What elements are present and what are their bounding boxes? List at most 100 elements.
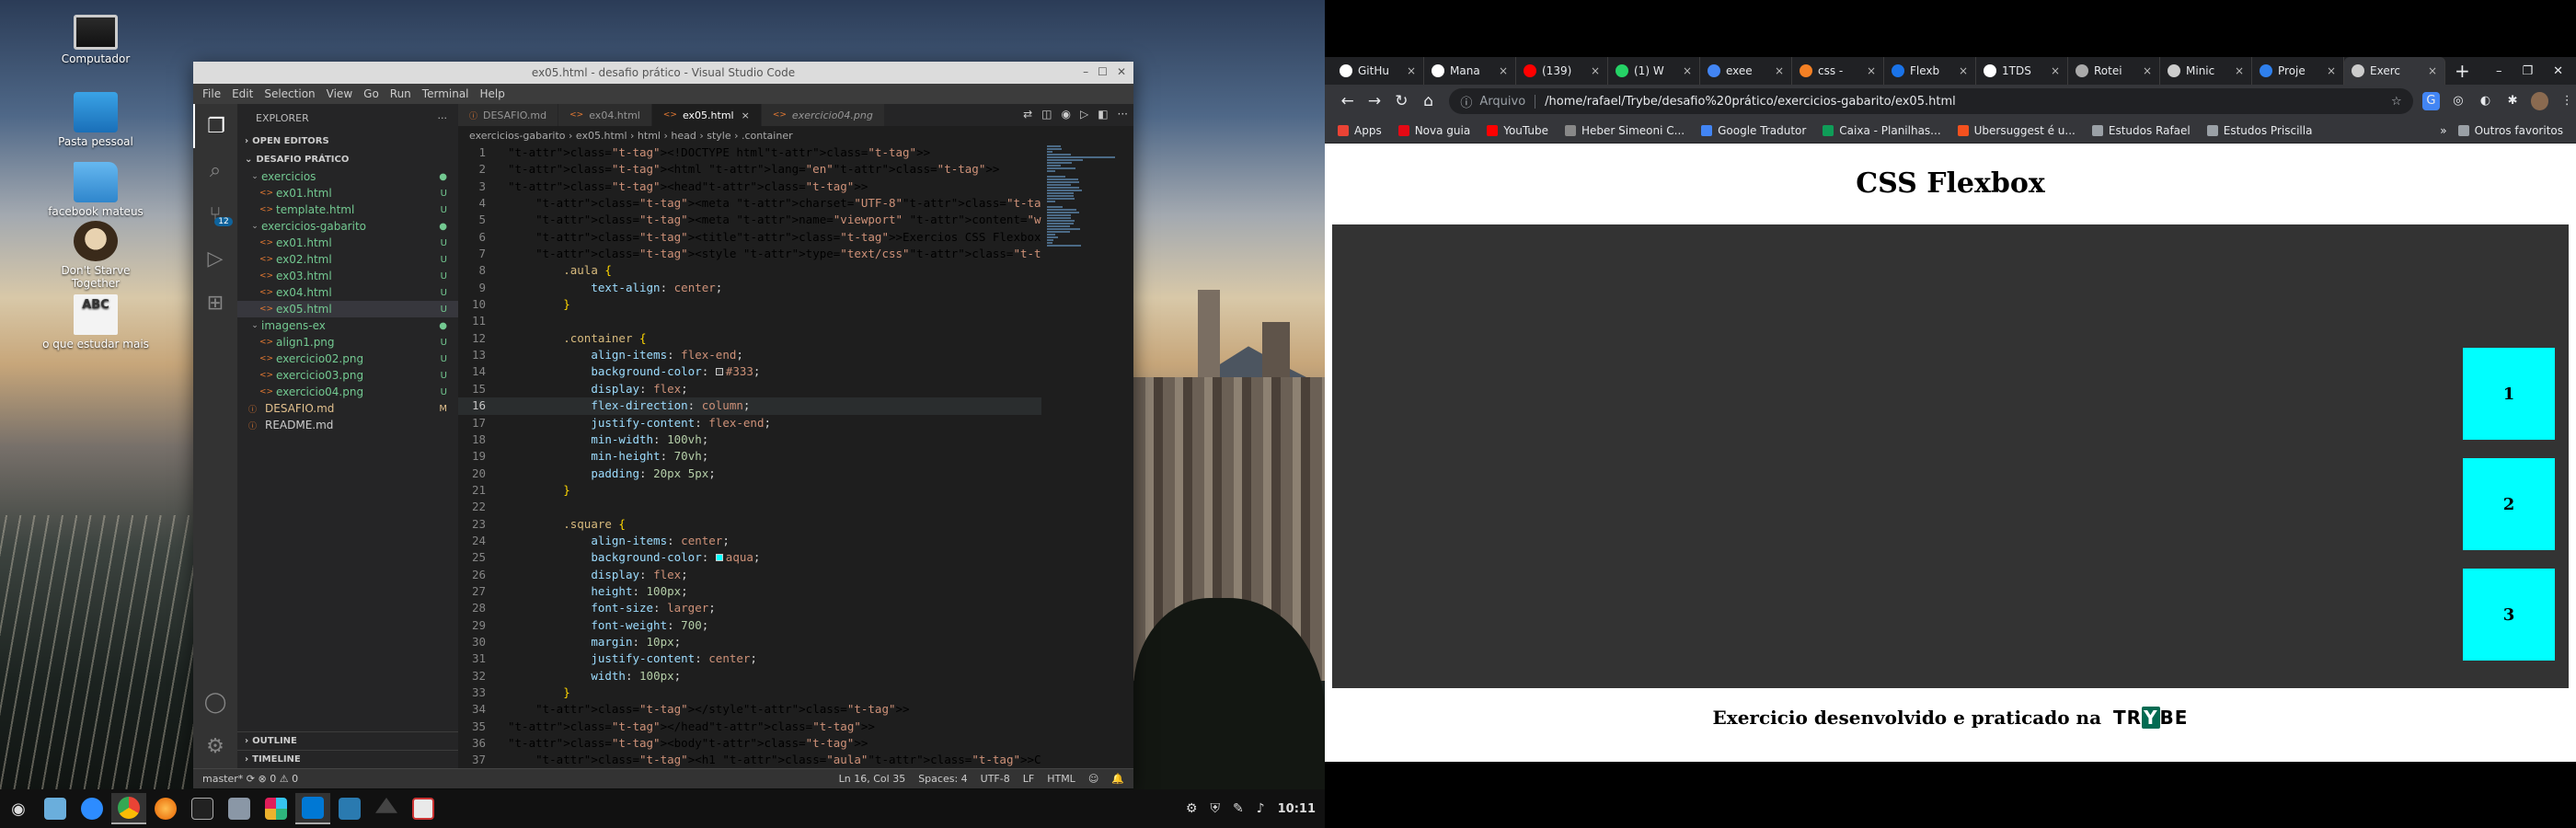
vscode-icon[interactable]: [295, 793, 330, 824]
status-item[interactable]: Ln 16, Col 35: [839, 773, 906, 785]
address-bar[interactable]: ⓘ Arquivo /home/rafael/Trybe/desafio%20p…: [1449, 88, 2413, 114]
close-icon[interactable]: ×: [1591, 64, 1600, 77]
back-icon[interactable]: ←: [1334, 92, 1361, 110]
tree-file[interactable]: <> ex01.html U: [237, 185, 458, 201]
tree-file[interactable]: <> ex02.html U: [237, 251, 458, 268]
go-live-icon[interactable]: ◉: [1061, 108, 1070, 121]
system-monitor-icon[interactable]: [332, 793, 367, 824]
menu-item-run[interactable]: Run: [385, 87, 417, 100]
tree-folder[interactable]: ⌄ exercicios-gabarito ●: [237, 218, 458, 235]
close-icon[interactable]: ×: [2235, 64, 2244, 77]
star-icon[interactable]: ☆: [2391, 95, 2402, 109]
tree-file[interactable]: <> ex03.html U: [237, 268, 458, 284]
bookmark[interactable]: Estudos Rafael: [2091, 124, 2191, 137]
gear-icon[interactable]: ⚙: [193, 724, 237, 768]
open-editors-section[interactable]: › OPEN EDITORS: [237, 132, 458, 150]
tree-file[interactable]: <> ex05.html U: [237, 301, 458, 317]
graph-app-icon[interactable]: [406, 793, 441, 824]
desktop-icon-computador[interactable]: Computador: [40, 15, 151, 65]
bookmark[interactable]: Estudos Priscilla: [2206, 124, 2312, 137]
other-bookmarks-folder[interactable]: Outros favoritos: [2457, 124, 2563, 137]
close-icon[interactable]: ✕: [2553, 64, 2563, 78]
info-icon[interactable]: ⓘ: [1460, 93, 1472, 110]
close-icon[interactable]: ×: [1683, 64, 1692, 77]
tree-file[interactable]: <> ex01.html U: [237, 235, 458, 251]
shield-icon[interactable]: ⛨: [1210, 801, 1220, 816]
new-tab-button[interactable]: +: [2455, 60, 2470, 82]
bookmark[interactable]: Caixa - Planilhas...: [1823, 124, 1941, 137]
source-control-icon[interactable]: ⑂ 12: [193, 192, 237, 236]
menu-item-terminal[interactable]: Terminal: [417, 87, 475, 100]
firefox-icon[interactable]: [148, 793, 183, 824]
search-icon[interactable]: ⌕: [193, 148, 237, 192]
status-item[interactable]: UTF-8: [981, 773, 1010, 785]
bookmark[interactable]: Apps: [1338, 124, 1382, 137]
tree-file[interactable]: <> exercicio03.png U: [237, 367, 458, 384]
slack-icon[interactable]: [259, 793, 293, 824]
files-icon[interactable]: [38, 793, 73, 824]
tree-folder[interactable]: ⌄ imagens-ex ●: [237, 317, 458, 334]
menu-item-selection[interactable]: Selection: [259, 87, 320, 100]
browser-tab[interactable]: (1) W ×: [1608, 57, 1700, 85]
desktop-icon-dont-starve[interactable]: Don't Starve Together: [40, 221, 151, 290]
tree-file[interactable]: <> exercicio02.png U: [237, 351, 458, 367]
extensions-icon[interactable]: ⊞: [193, 281, 237, 325]
editor-tab[interactable]: ⓘ DESAFIO.md: [458, 104, 559, 126]
status-item[interactable]: LF: [1023, 773, 1034, 785]
close-icon[interactable]: ×: [2327, 64, 2336, 77]
close-icon[interactable]: ×: [1499, 64, 1508, 77]
bookmark[interactable]: Nova guia: [1397, 124, 1470, 137]
tree-file[interactable]: <> align1.png U: [237, 334, 458, 351]
menu-item-view[interactable]: View: [321, 87, 358, 100]
browser-tab[interactable]: Proje ×: [2252, 57, 2344, 85]
run-icon[interactable]: ▷: [1080, 108, 1088, 121]
workspace-section[interactable]: ⌄ DESAFIO PRÁTICO: [237, 150, 458, 168]
forward-icon[interactable]: →: [1361, 92, 1387, 110]
reload-icon[interactable]: ↻: [1388, 92, 1415, 110]
close-icon[interactable]: ×: [742, 109, 750, 121]
menu-icon[interactable]: ◉: [1, 793, 36, 824]
desktop-icon-facebook-mateus[interactable]: facebook mateus: [40, 162, 151, 218]
status-left[interactable]: master* ⟳ ⊗ 0 ⚠ 0: [202, 773, 298, 785]
split-editor-icon[interactable]: ◧: [1098, 108, 1108, 121]
close-icon[interactable]: ×: [1867, 64, 1876, 77]
desktop-icon-pasta-pessoal[interactable]: Pasta pessoal: [40, 92, 151, 148]
close-icon[interactable]: ✕: [1117, 65, 1126, 78]
minimap[interactable]: [1047, 144, 1121, 768]
browser-tab[interactable]: (139) ×: [1516, 57, 1608, 85]
browser-tab[interactable]: Minic ×: [2160, 57, 2252, 85]
outline-section[interactable]: › OUTLINE: [237, 731, 458, 750]
tree-file[interactable]: <> ex04.html U: [237, 284, 458, 301]
extension-icon[interactable]: ◐: [2477, 92, 2495, 110]
folder-icon[interactable]: [222, 793, 257, 824]
explorer-icon[interactable]: ❐: [193, 104, 237, 148]
more-actions-icon[interactable]: ···: [438, 112, 448, 124]
browser-tab[interactable]: exee ×: [1700, 57, 1792, 85]
bookmark[interactable]: Ubersuggest é u...: [1957, 124, 2076, 137]
maximize-icon[interactable]: ❐: [2522, 64, 2533, 78]
bookmark[interactable]: YouTube: [1487, 124, 1548, 137]
more-bookmarks-button[interactable]: »: [2440, 124, 2446, 137]
compare-icon[interactable]: ⇄: [1023, 108, 1032, 121]
status-item[interactable]: ☺: [1088, 773, 1098, 785]
extension-icon[interactable]: ◎: [2449, 92, 2467, 110]
steam-icon[interactable]: ⚙: [1186, 801, 1198, 816]
desktop-icon-o-que-estudar[interactable]: ABC o que estudar mais: [40, 294, 151, 351]
menu-item-file[interactable]: File: [197, 87, 226, 100]
vscode-titlebar[interactable]: ex05.html - desafio prático - Visual Stu…: [193, 62, 1133, 84]
puzzle-icon[interactable]: ✱: [2503, 92, 2522, 110]
browser-tab[interactable]: Exerc ×: [2344, 57, 2445, 85]
close-icon[interactable]: ×: [1407, 64, 1416, 77]
browser-tab[interactable]: Mana ×: [1424, 57, 1516, 85]
browser-tab[interactable]: GitHu ×: [1332, 57, 1424, 85]
close-icon[interactable]: ×: [1775, 64, 1784, 77]
minimize-icon[interactable]: –: [1083, 65, 1088, 78]
browser-tab[interactable]: Flexb ×: [1884, 57, 1976, 85]
status-item[interactable]: 🔔: [1111, 773, 1124, 785]
status-item[interactable]: Spaces: 4: [918, 773, 967, 785]
account-icon[interactable]: ◯: [193, 680, 237, 724]
close-icon[interactable]: ×: [2143, 64, 2152, 77]
editor-tab[interactable]: <> exercicio04.png: [761, 104, 885, 126]
bookmark[interactable]: Google Tradutor: [1701, 124, 1806, 137]
pen-icon[interactable]: ✎: [1233, 801, 1244, 816]
